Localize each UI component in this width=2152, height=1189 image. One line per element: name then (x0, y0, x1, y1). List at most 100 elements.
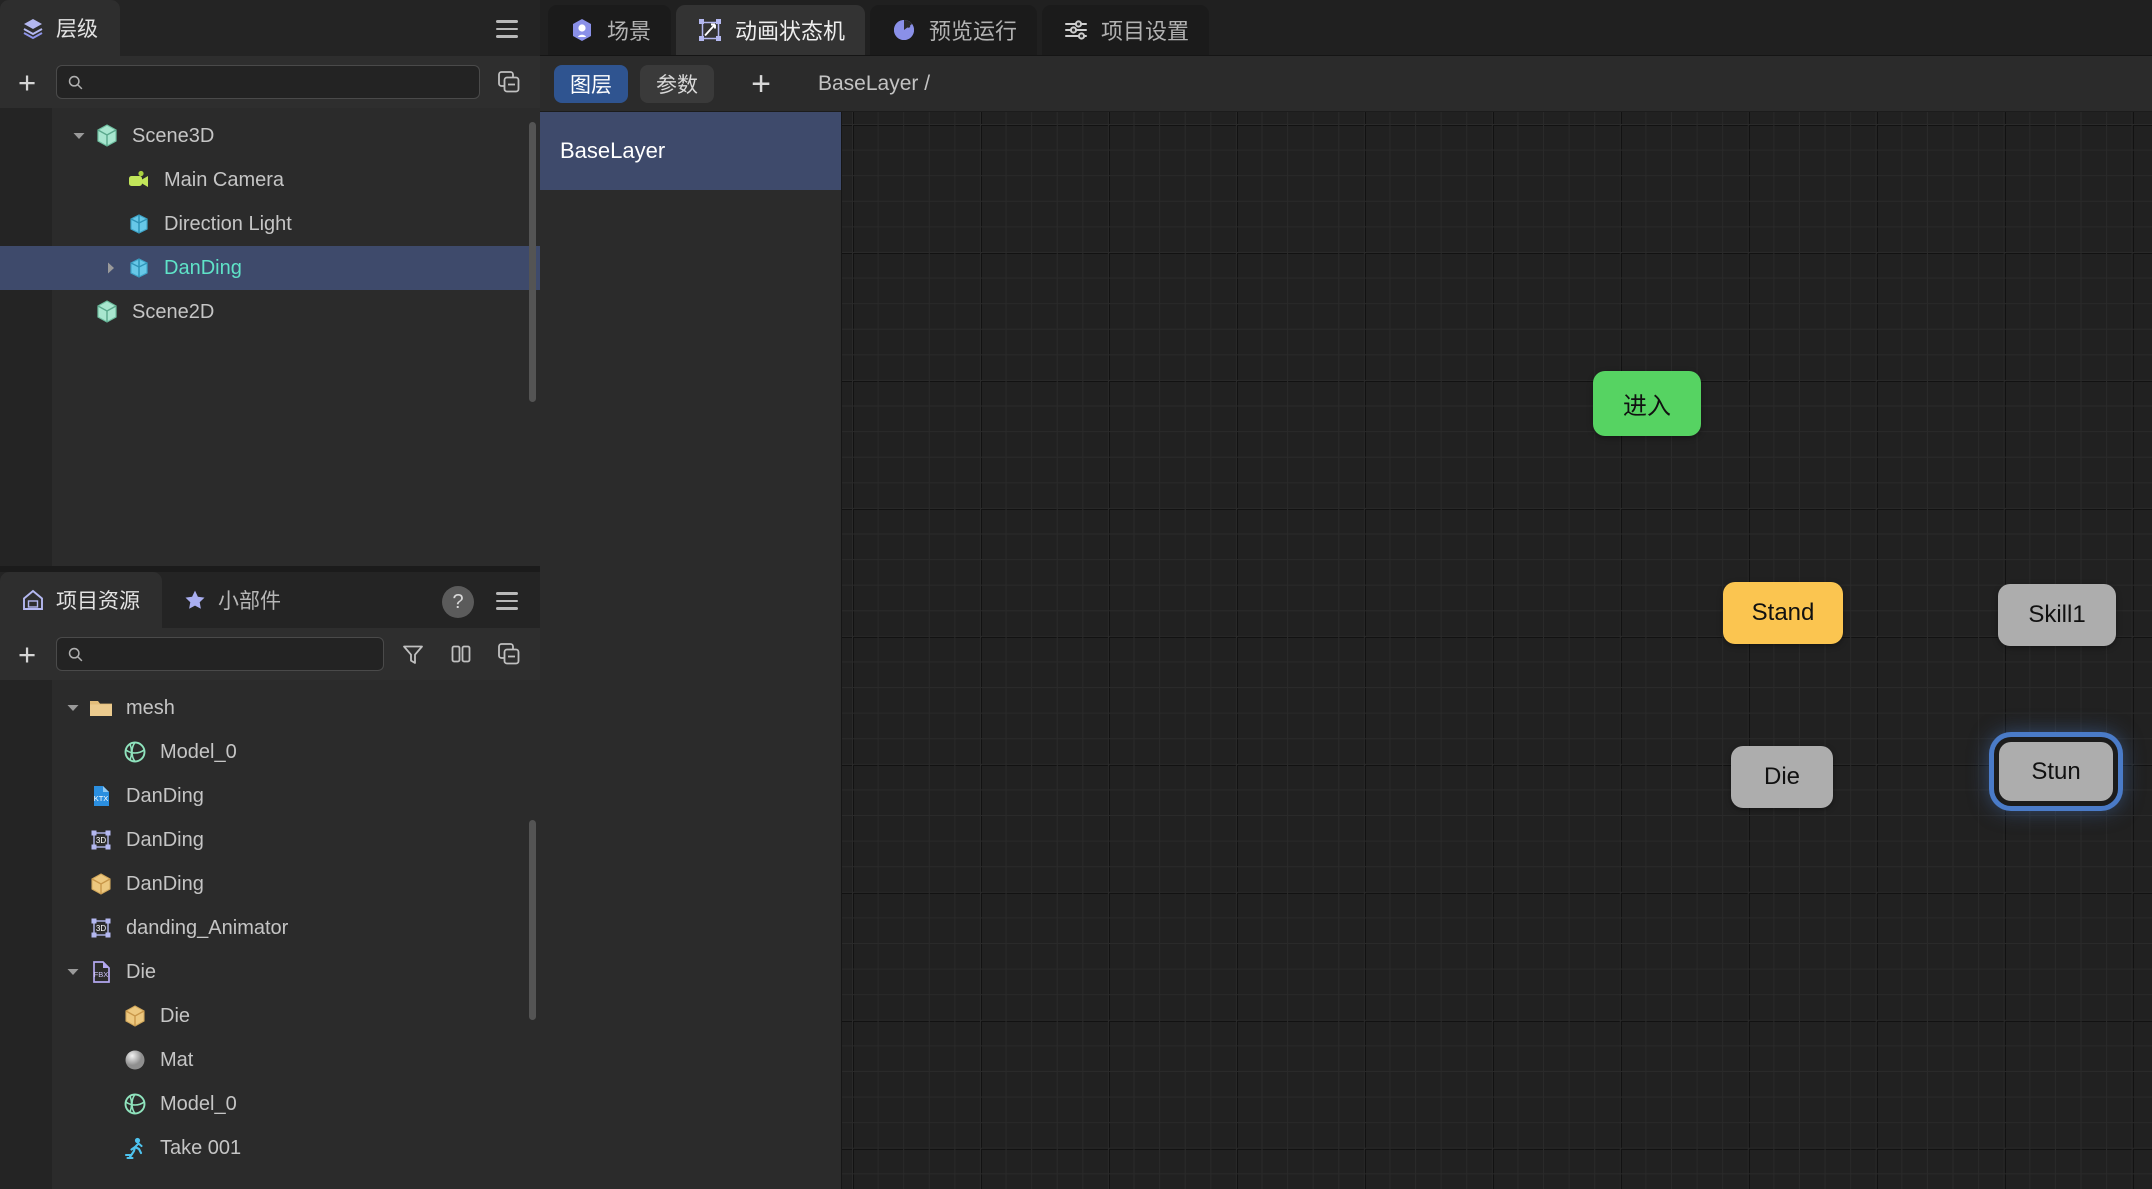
chevron-down-icon[interactable] (60, 695, 86, 721)
hierarchy-tree[interactable]: Scene3D Main Camera Direction Light DanDing… (0, 108, 540, 566)
ktx-file-icon: KTX (86, 781, 116, 811)
state-machine-toolbar: 图层 参数 + BaseLayer / (540, 56, 2152, 112)
tab-3[interactable]: 预览运行 (870, 5, 1037, 55)
tree-row[interactable]: DanDing (0, 246, 540, 290)
assets-menu-icon[interactable] (486, 580, 528, 622)
tree-row[interactable]: Model_0 (52, 730, 540, 774)
assets-search-box[interactable] (56, 637, 384, 671)
twisty-placeholder (98, 167, 124, 193)
tree-row[interactable]: FBXDie (52, 950, 540, 994)
tab-hierarchy-label: 层级 (56, 13, 98, 43)
layers-icon (20, 15, 46, 41)
editor-window: 层级 + Scene3D Main Camera Direction Light Da… (0, 0, 2152, 1189)
tree-row-label: Scene3D (132, 125, 214, 148)
camera-icon (124, 165, 154, 195)
tree-row-label: Mat (160, 1049, 193, 1072)
add-layer-button[interactable]: + (744, 67, 778, 101)
preview-run-icon (890, 16, 918, 44)
hierarchy-tabbar: 层级 (0, 0, 540, 56)
tree-row[interactable]: Main Camera (52, 158, 540, 202)
transition-edges (842, 112, 1142, 262)
search-icon (67, 74, 84, 91)
tree-row[interactable]: Direction Light (52, 202, 540, 246)
svg-text:FBX: FBX (94, 970, 109, 979)
state-node-label: Die (1764, 763, 1800, 791)
assets-add-button[interactable]: + (8, 635, 46, 673)
hierarchy-add-button[interactable]: + (8, 63, 46, 101)
folder-icon (86, 693, 116, 723)
svg-text:3D: 3D (96, 836, 106, 845)
assets-tree-gutter (0, 680, 52, 1189)
split-columns-icon[interactable] (442, 635, 480, 673)
tree-row[interactable]: DanDing (52, 862, 540, 906)
tab-2[interactable]: 动画状态机 (676, 5, 865, 55)
assets-tabbar: 项目资源 小部件 ? (0, 572, 540, 628)
chevron-right-icon[interactable] (98, 255, 124, 281)
breadcrumb: BaseLayer / (818, 72, 930, 96)
assets-scrollbar[interactable] (529, 820, 536, 1020)
cube-green-icon (92, 297, 122, 327)
tree-row[interactable]: mesh (52, 686, 540, 730)
tree-row[interactable]: Die (52, 994, 540, 1038)
twisty-placeholder (66, 299, 92, 325)
tab-label: 预览运行 (929, 14, 1017, 46)
tree-row[interactable]: KTXDanDing (52, 774, 540, 818)
state-node-die[interactable]: Die (1731, 746, 1833, 808)
twisty-placeholder (94, 1135, 120, 1161)
cube-blue-icon (124, 209, 154, 239)
hierarchy-collapse-all-button[interactable] (490, 63, 528, 101)
help-icon[interactable]: ? (442, 586, 474, 618)
tab-4[interactable]: 项目设置 (1042, 5, 1209, 55)
tab-label: 场景 (607, 14, 651, 46)
layer-item-baselayer[interactable]: BaseLayer (540, 112, 841, 190)
mesh-icon (120, 1089, 150, 1119)
mesh-icon (120, 737, 150, 767)
state-machine-icon (696, 16, 724, 44)
button-parameters[interactable]: 参数 (640, 65, 714, 103)
state-node-label: Stun (2031, 758, 2080, 786)
tree-row-label: Main Camera (164, 169, 284, 192)
state-node-label: 进入 (1623, 386, 1671, 421)
tree-row[interactable]: Model_0 (52, 1082, 540, 1126)
hierarchy-scrollbar[interactable] (529, 122, 536, 402)
twisty-placeholder (60, 783, 86, 809)
tree-row[interactable]: Scene2D (52, 290, 540, 334)
tree-row-label: DanDing (126, 829, 204, 852)
twisty-placeholder (94, 1003, 120, 1029)
tree-row-label: mesh (126, 697, 175, 720)
assets-panel: 项目资源 小部件 ? + (0, 572, 540, 1189)
assets-collapse-all-icon[interactable] (490, 635, 528, 673)
tree-row-label: DanDing (164, 257, 242, 280)
hierarchy-search-box[interactable] (56, 65, 480, 99)
house-icon (20, 587, 46, 613)
state-node-stand[interactable]: Stand (1723, 582, 1843, 644)
hierarchy-menu-icon[interactable] (486, 8, 528, 50)
tab-widgets[interactable]: 小部件 (162, 572, 303, 628)
tab-widgets-label: 小部件 (218, 585, 281, 615)
tab-hierarchy[interactable]: 层级 (0, 0, 120, 56)
filter-funnel-icon[interactable] (394, 635, 432, 673)
state-node-stun[interactable]: Stun (1999, 742, 2113, 801)
tree-row[interactable]: Take 001 (52, 1126, 540, 1170)
assets-toolbar: + (0, 628, 540, 680)
hierarchy-tree-body: Scene3D Main Camera Direction Light DanDing… (52, 108, 540, 566)
hierarchy-search-input[interactable] (92, 72, 469, 92)
tree-row[interactable]: 3D DanDing (52, 818, 540, 862)
tab-1[interactable]: 场景 (548, 5, 671, 55)
state-node-entry[interactable]: 进入 (1593, 371, 1701, 436)
state-node-skill1[interactable]: Skill1 (1998, 584, 2116, 646)
tree-row[interactable]: 3Ddanding_Animator (52, 906, 540, 950)
state-machine-canvas[interactable]: 进入 Stand Skill1 Die Stun (842, 112, 2152, 1189)
tree-row-label: danding_Animator (126, 917, 288, 940)
assets-search-input[interactable] (92, 644, 373, 664)
chevron-down-icon[interactable] (60, 959, 86, 985)
tree-row[interactable]: Scene3D (52, 114, 540, 158)
tree-row-label: Die (160, 1005, 190, 1028)
chevron-down-icon[interactable] (66, 123, 92, 149)
tab-project-assets[interactable]: 项目资源 (0, 572, 162, 628)
tree-row[interactable]: Mat (52, 1038, 540, 1082)
button-layers[interactable]: 图层 (554, 65, 628, 103)
assets-tree[interactable]: meshModel_0KTXDanDing3DDanDingDanDing3Dd… (0, 680, 540, 1189)
work-area: BaseLayer 进入 Stand Skill1 Die Stun (540, 112, 2152, 1189)
hierarchy-panel: 层级 + Scene3D Main Camera Direction Light Da… (0, 0, 540, 566)
